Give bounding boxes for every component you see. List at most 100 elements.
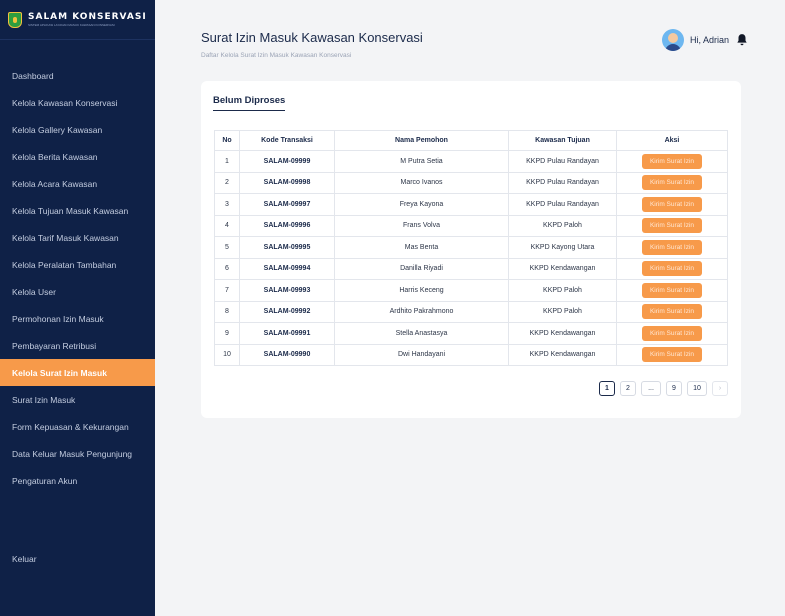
tab-belum-diproses[interactable]: Belum Diproses [213,95,286,111]
transaction-code: SALAM-09995 [239,236,335,259]
pagination-ellipsis: ... [641,381,661,396]
destination-area: KKPD Paloh [508,214,617,237]
permit-card: Belum Diproses No Kode Transaksi Nama Pe… [201,81,741,418]
row-number: 2 [214,171,240,194]
applicant-name: Danilla Riyadi [334,257,509,280]
action-cell: Kirim Surat Izin [616,171,728,194]
transaction-code: SALAM-09993 [239,279,335,302]
sidebar-item-dashboard[interactable]: Dashboard [0,62,155,89]
send-permit-button[interactable]: Kirim Surat Izin [641,261,703,277]
sidebar-item-pembayaran-retribusi[interactable]: Pembayaran Retribusi [0,332,155,359]
row-number: 10 [214,343,240,366]
table-row: 9 SALAM-09991 Stella Anastasya KKPD Kendawa… [214,322,728,345]
table-row: 3 SALAM-09997 Freya Kayona KKPD Pulau Randa… [214,193,728,216]
row-number: 4 [214,214,240,237]
action-cell: Kirim Surat Izin [616,150,728,173]
transaction-code: SALAM-09996 [239,214,335,237]
destination-area: KKPD Pulau Randayan [508,150,617,173]
destination-area: KKPD Paloh [508,300,617,323]
column-header-kode: Kode Transaksi [239,130,335,151]
page-button-10[interactable]: 10 [687,381,707,396]
user-menu[interactable]: Hi, Adrian [661,29,749,51]
column-header-no: No [214,130,240,151]
send-permit-button[interactable]: Kirim Surat Izin [641,347,703,363]
send-permit-button[interactable]: Kirim Surat Izin [641,325,703,341]
page-button-1[interactable]: 1 [599,381,615,396]
sidebar-item-kelola-berita-kawasan[interactable]: Kelola Berita Kawasan [0,143,155,170]
transaction-code: SALAM-09991 [239,322,335,345]
sidebar-item-data-keluar-masuk-pengunjung[interactable]: Data Keluar Masuk Pengunjung [0,440,155,467]
send-permit-button[interactable]: Kirim Surat Izin [641,196,703,212]
sidebar: SALAM KONSERVASI SISTEM APLIKASI LAYANAN… [0,0,155,616]
table-header-row: No Kode Transaksi Nama Pemohon Kawasan T… [214,130,728,151]
send-permit-button[interactable]: Kirim Surat Izin [641,282,703,298]
send-permit-button[interactable]: Kirim Surat Izin [641,175,703,191]
sidebar-item-kelola-surat-izin-masuk[interactable]: Kelola Surat Izin Masuk [0,359,155,386]
sidebar-item-form-kepuasan-kekurangan[interactable]: Form Kepuasan & Kekurangan [0,413,155,440]
destination-area: KKPD Pulau Randayan [508,171,617,194]
sidebar-item-permohonan-izin-masuk[interactable]: Permohonan Izin Masuk [0,305,155,332]
destination-area: KKPD Kendawangan [508,257,617,280]
applicant-name: Frans Volva [334,214,509,237]
action-cell: Kirim Surat Izin [616,322,728,345]
page-button-2[interactable]: 2 [620,381,636,396]
applicant-name: Mas Benta [334,236,509,259]
send-permit-button[interactable]: Kirim Surat Izin [641,304,703,320]
action-cell: Kirim Surat Izin [616,214,728,237]
table-row: 4 SALAM-09996 Frans Volva KKPD Paloh Kirim S… [214,214,728,237]
sidebar-item-kelola-acara-kawasan[interactable]: Kelola Acara Kawasan [0,170,155,197]
action-cell: Kirim Surat Izin [616,279,728,302]
column-header-kawasan: Kawasan Tujuan [508,130,617,151]
send-permit-button[interactable]: Kirim Surat Izin [641,153,703,169]
permit-table: No Kode Transaksi Nama Pemohon Kawasan T… [214,130,728,366]
transaction-code: SALAM-09998 [239,171,335,194]
chevron-right-icon[interactable]: › [712,381,728,396]
applicant-name: Dwi Handayani [334,343,509,366]
sidebar-item-surat-izin-masuk[interactable]: Surat Izin Masuk [0,386,155,413]
destination-area: KKPD Pulau Randayan [508,193,617,216]
action-cell: Kirim Surat Izin [616,236,728,259]
table-row: 2 SALAM-09998 Marco Ivanos KKPD Pulau Randa… [214,171,728,194]
sidebar-item-kelola-gallery-kawasan[interactable]: Kelola Gallery Kawasan [0,116,155,143]
row-number: 9 [214,322,240,345]
sidebar-item-pengaturan-akun[interactable]: Pengaturan Akun [0,467,155,494]
column-header-nama: Nama Pemohon [334,130,509,151]
action-cell: Kirim Surat Izin [616,343,728,366]
sidebar-item-kelola-kawasan-konservasi[interactable]: Kelola Kawasan Konservasi [0,89,155,116]
row-number: 5 [214,236,240,259]
user-greeting: Hi, Adrian [689,35,729,45]
page-title: Surat Izin Masuk Kawasan Konservasi [201,30,423,45]
logout-button[interactable]: Keluar [12,554,37,564]
sidebar-nav: Dashboard Kelola Kawasan Konservasi Kelola… [0,62,155,494]
column-header-aksi: Aksi [616,130,728,151]
sidebar-item-kelola-tujuan-masuk-kawasan[interactable]: Kelola Tujuan Masuk Kawasan [0,197,155,224]
user-avatar-icon[interactable] [661,29,684,51]
destination-area: KKPD Kayong Utara [508,236,617,259]
transaction-code: SALAM-09994 [239,257,335,280]
transaction-code: SALAM-09990 [239,343,335,366]
table-row: 6 SALAM-09994 Danilla Riyadi KKPD Kendawang… [214,257,728,280]
brand[interactable]: SALAM KONSERVASI SISTEM APLIKASI LAYANAN… [0,0,155,40]
sidebar-item-kelola-user[interactable]: Kelola User [0,278,155,305]
action-cell: Kirim Surat Izin [616,300,728,323]
brand-name: SALAM KONSERVASI [28,12,147,22]
bell-icon[interactable] [735,33,749,47]
brand-logo-icon [8,11,22,28]
send-permit-button[interactable]: Kirim Surat Izin [641,218,703,234]
table-row: 10 SALAM-09990 Dwi Handayani KKPD Kendawang… [214,343,728,366]
page-button-9[interactable]: 9 [666,381,682,396]
applicant-name: Harris Keceng [334,279,509,302]
sidebar-item-kelola-peralatan-tambahan[interactable]: Kelola Peralatan Tambahan [0,251,155,278]
table-row: 8 SALAM-09992 Ardhito Pakrahmono KKPD Paloh… [214,300,728,323]
row-number: 7 [214,279,240,302]
applicant-name: Marco Ivanos [334,171,509,194]
transaction-code: SALAM-09992 [239,300,335,323]
transaction-code: SALAM-09999 [239,150,335,173]
row-number: 8 [214,300,240,323]
row-number: 3 [214,193,240,216]
transaction-code: SALAM-09997 [239,193,335,216]
sidebar-item-kelola-tarif-masuk-kawasan[interactable]: Kelola Tarif Masuk Kawasan [0,224,155,251]
row-number: 1 [214,150,240,173]
row-number: 6 [214,257,240,280]
send-permit-button[interactable]: Kirim Surat Izin [641,239,703,255]
